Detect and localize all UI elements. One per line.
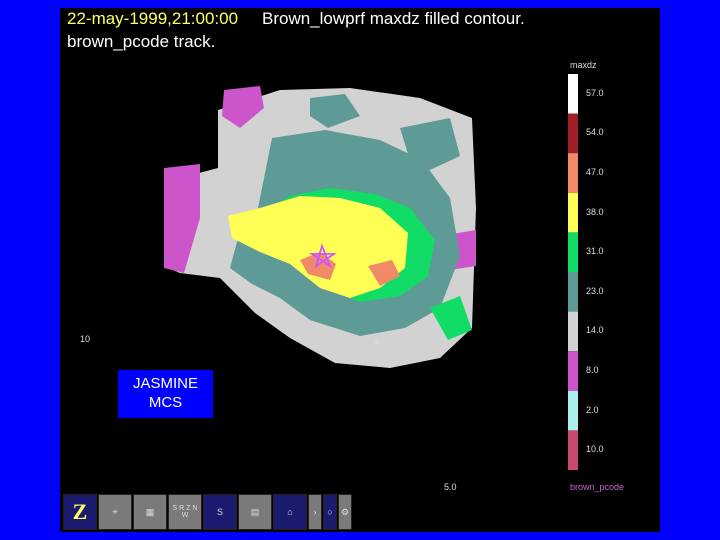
colorbar-footer: brown_pcode	[570, 482, 625, 492]
colorbar-tick-label: 47.0	[586, 167, 604, 177]
vertical-scale-icon[interactable]: S	[203, 494, 237, 530]
colorbar-swatch	[568, 232, 578, 272]
colorbar-swatch	[568, 430, 578, 470]
radar-site-icon[interactable]: ⌖	[98, 494, 132, 530]
colorbar-swatch	[568, 390, 578, 431]
axis-bottom-label: 5.0	[444, 482, 457, 492]
colorbar-swatch	[568, 74, 578, 114]
colorbar-swatch	[568, 272, 578, 312]
colorbar-swatch	[568, 192, 578, 233]
circle-icon[interactable]: ○	[323, 494, 337, 530]
annotation-line-1: JASMINE	[132, 375, 198, 392]
colorbar-tick-label: 14.0	[586, 325, 604, 336]
colorbar-swatch	[568, 113, 578, 154]
title-product: Brown_lowprf maxdz filled contour.	[262, 9, 525, 28]
colorbar-tick-label: 38.0	[586, 206, 604, 217]
z-logo-icon[interactable]: Z	[63, 494, 97, 530]
colorbar-tick-label: 31.0	[586, 246, 604, 257]
colorbar-tick-label: 8.0	[586, 365, 599, 375]
title-datetime: 22-may-1999,21:00:00	[67, 9, 239, 28]
s-r-z-nw-icon[interactable]: S R Z N W	[168, 494, 202, 530]
colorbar-tick-label: 10.0	[586, 444, 604, 455]
axis-left-label: 10	[80, 334, 91, 344]
grid-icon[interactable]: ▦	[133, 494, 167, 530]
colorbar-tick-label: 23.0	[586, 285, 604, 296]
colorbar-tick-label: 57.0	[586, 87, 604, 98]
colorbar-swatch	[568, 351, 578, 391]
axis-cross-mark: x	[374, 336, 379, 346]
table-icon[interactable]: ▤	[238, 494, 272, 530]
reflectivity-contour-plot[interactable]	[160, 68, 580, 368]
annotation-line-2: MCS	[148, 394, 183, 411]
colorbar-swatch	[568, 311, 578, 352]
colorbar-tick-label: 2.0	[586, 404, 599, 415]
toolbar: Z ⌖ ▦ S R Z N W S ▤ ⌂ › ○ ⚙	[63, 494, 352, 530]
title-track: brown_pcode track.	[67, 32, 216, 51]
arrow-icon[interactable]: ›	[308, 494, 322, 530]
colorbar-tick-label: 54.0	[586, 127, 604, 138]
map-window: 22-may-1999,21:00:00 Brown_lowprf maxdz …	[60, 8, 660, 532]
station-icon[interactable]: ⌂	[273, 494, 307, 530]
colorbar-title: maxdz	[570, 60, 597, 70]
colorbar-swatch	[568, 153, 578, 193]
settings-icon[interactable]: ⚙	[338, 494, 352, 530]
mcs-annotation-box: JASMINE MCS	[118, 370, 213, 418]
colorbar-scale	[568, 74, 578, 470]
